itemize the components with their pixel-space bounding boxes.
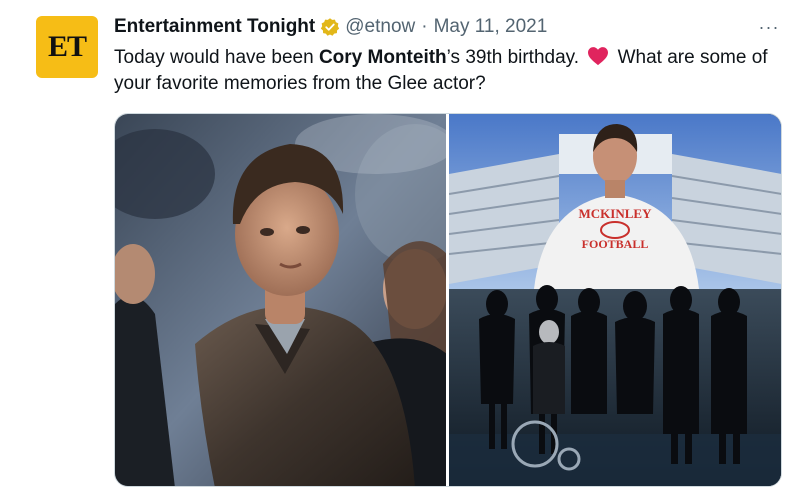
tweet-header: Entertainment Tonight @etnow · May 11, 2… xyxy=(114,14,547,40)
tweet-text: Today would have been Cory Monteith’s 39… xyxy=(114,45,786,97)
tweet-media[interactable]: MCKINLEY FOOTBALL xyxy=(114,113,782,487)
tweet-date[interactable]: May 11, 2021 xyxy=(434,16,548,38)
photo-man-leather-jacket-icon xyxy=(115,114,446,486)
red-heart-icon xyxy=(588,47,609,66)
account-handle[interactable]: @etnow xyxy=(345,16,415,38)
tweet[interactable]: ET Entertainment Tonight @etnow · May 11… xyxy=(0,0,800,493)
separator-dot: · xyxy=(421,16,428,37)
shirt-text-top: MCKINLEY xyxy=(579,206,653,221)
tweet-text-part2: ’s 39th birthday. xyxy=(446,47,580,68)
avatar-logo-text: ET xyxy=(47,30,87,63)
verified-badge-icon xyxy=(321,18,340,36)
avatar[interactable]: ET xyxy=(36,16,98,78)
tweet-text-part1: Today would have been xyxy=(114,47,319,68)
photo-stage-tribute-icon: MCKINLEY FOOTBALL xyxy=(449,114,781,486)
more-options-icon[interactable]: ··· xyxy=(756,16,782,38)
tweet-text-mention: Cory Monteith xyxy=(318,47,447,68)
account-name[interactable]: Entertainment Tonight xyxy=(114,16,315,38)
photo-right[interactable]: MCKINLEY FOOTBALL xyxy=(449,114,781,486)
photo-left[interactable] xyxy=(115,114,446,486)
shirt-text-bottom: FOOTBALL xyxy=(582,237,649,251)
